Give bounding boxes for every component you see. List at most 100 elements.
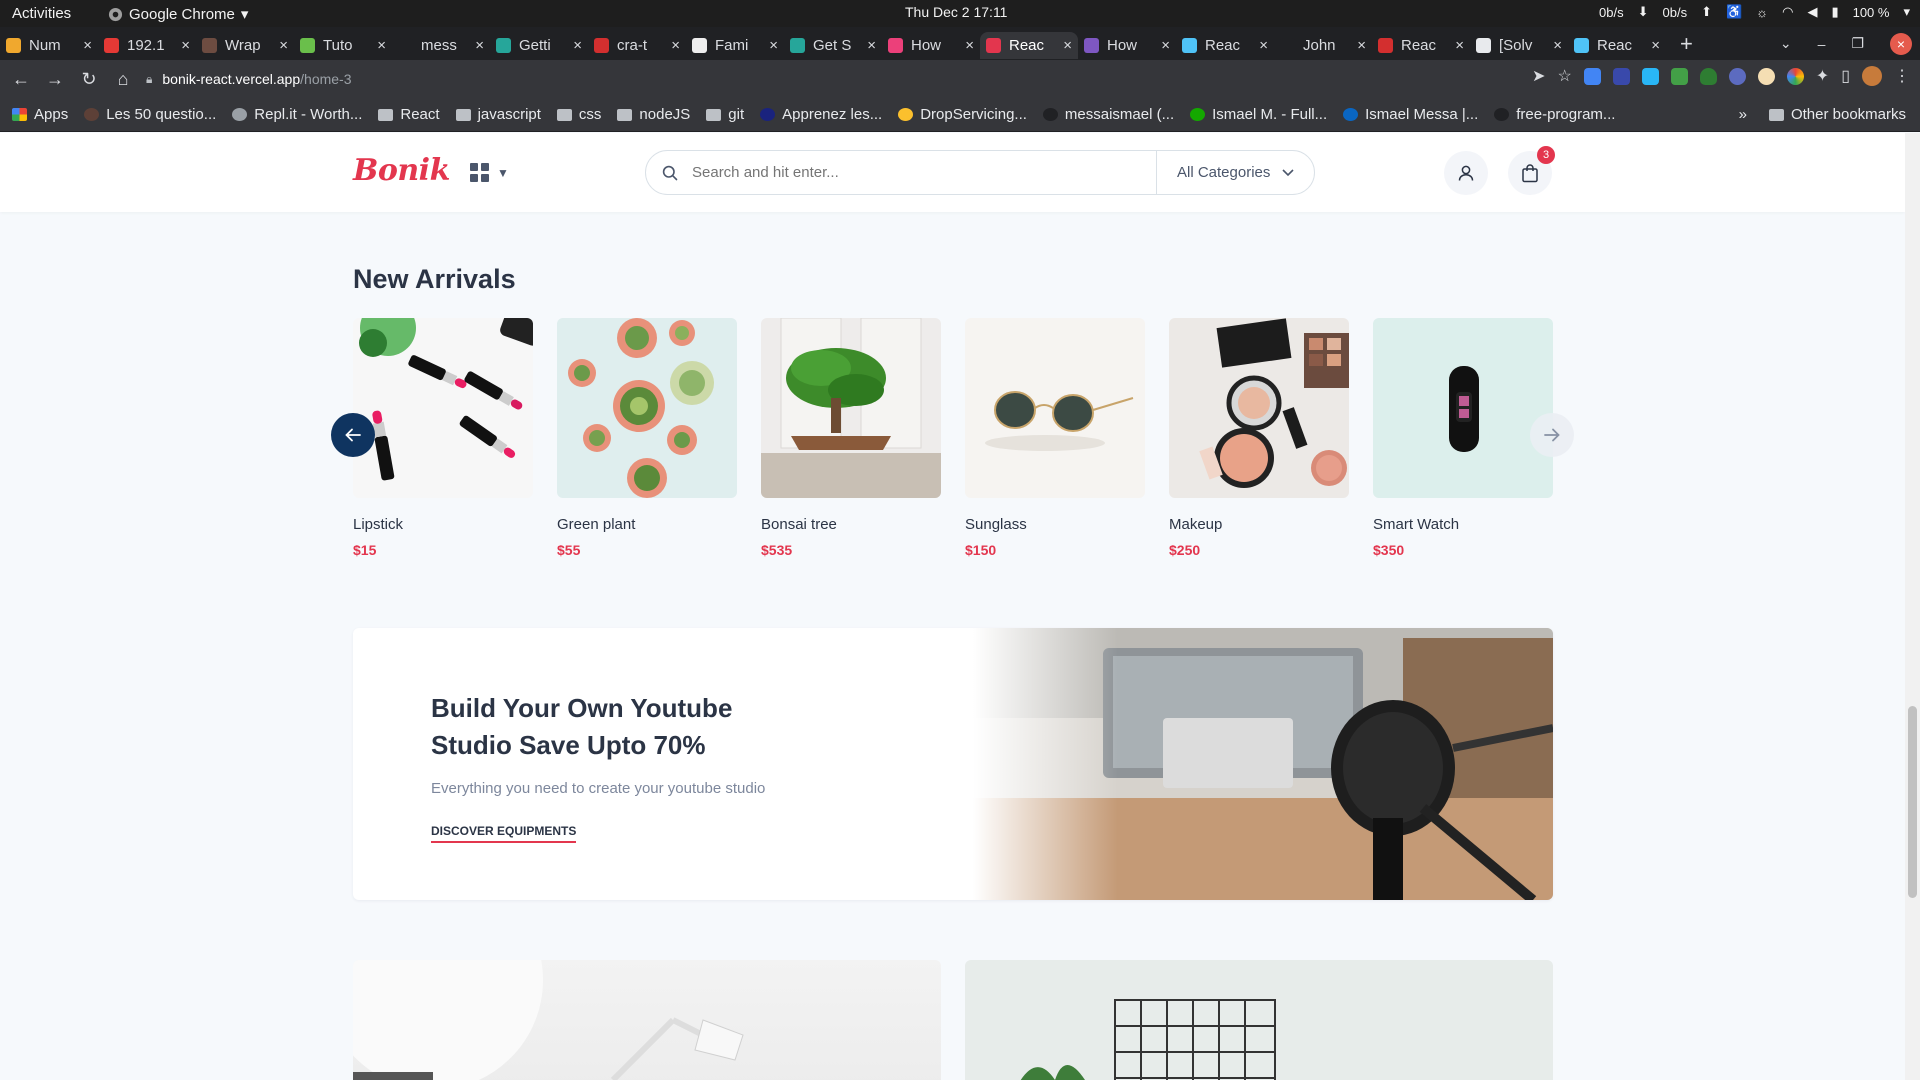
promo-tile-lamp[interactable] (353, 960, 941, 1080)
bookmark-item[interactable]: DropServicing... (898, 106, 1027, 123)
account-button[interactable] (1444, 151, 1488, 195)
browser-tab[interactable]: Reac × (1372, 32, 1470, 59)
app-name: Google Chrome (129, 5, 235, 23)
product-card[interactable]: Makeup $250 (1169, 318, 1349, 558)
address-bar[interactable]: 🔒︎ bonik-react.vercel.app/home-3 (146, 64, 1446, 94)
product-card[interactable]: Bonsai tree $535 (761, 318, 941, 558)
product-card[interactable]: Lipstick $15 (353, 318, 533, 558)
extension-icon[interactable] (1641, 67, 1659, 85)
tab-close-icon[interactable]: × (1455, 37, 1464, 54)
category-select[interactable]: All Categories (1156, 151, 1314, 194)
tab-search-icon[interactable]: ⌄ (1780, 35, 1792, 52)
tab-close-icon[interactable]: × (1357, 37, 1366, 54)
tab-close-icon[interactable]: × (769, 37, 778, 54)
forward-button[interactable]: → (38, 69, 72, 90)
browser-tab[interactable]: How × (1078, 32, 1176, 59)
bookmark-item[interactable]: messaismael (... (1042, 106, 1174, 123)
system-tray[interactable]: 0b/s ⬇ 0b/s ⬆ ♿ ☼ ◠ ◀ ▮ 100 % ▾ (1599, 4, 1910, 20)
extension-icon[interactable] (1670, 67, 1688, 85)
bookmark-item[interactable]: Ismael Messa |... (1343, 106, 1478, 123)
browser-tab[interactable]: mess × (392, 32, 490, 59)
cart-button[interactable]: 3 (1508, 146, 1555, 195)
tab-close-icon[interactable]: × (573, 37, 582, 54)
bookmark-folder[interactable]: css (556, 106, 601, 123)
tab-close-icon[interactable]: × (671, 37, 680, 54)
browser-tab[interactable]: Wrap × (196, 32, 294, 59)
site-logo[interactable]: Bonik (353, 153, 450, 188)
bookmark-item[interactable]: Les 50 questio... (84, 106, 216, 123)
extension-icon[interactable] (1728, 67, 1746, 85)
extension-icon[interactable] (1612, 67, 1630, 85)
carousel-next-button[interactable] (1530, 413, 1574, 457)
clock[interactable]: Thu Dec 2 17:11 (905, 4, 1007, 20)
menu-kebab-icon[interactable]: ⋮ (1894, 66, 1910, 86)
side-panel-icon[interactable]: ▯ (1841, 66, 1850, 86)
browser-tab[interactable]: John × (1274, 32, 1372, 59)
page-scrollbar[interactable] (1905, 133, 1920, 1080)
tab-close-icon[interactable]: × (181, 37, 190, 54)
browser-tab[interactable]: cra-t × (588, 32, 686, 59)
tab-close-icon[interactable]: × (1259, 37, 1268, 54)
profile-avatar[interactable] (1862, 66, 1882, 86)
home-button[interactable]: ⌂ (106, 69, 140, 90)
tab-close-icon[interactable]: × (83, 37, 92, 54)
bookmark-star-icon[interactable]: ☆ (1557, 66, 1571, 86)
browser-tab[interactable]: [Solv × (1470, 32, 1568, 59)
bookmarks-overflow-button[interactable]: » (1739, 106, 1747, 123)
tab-close-icon[interactable]: × (279, 37, 288, 54)
apps-shortcut[interactable]: Apps (12, 106, 68, 123)
app-menu[interactable]: Google Chrome ▾ (108, 5, 248, 23)
discover-equipments-link[interactable]: DISCOVER EQUIPMENTS (431, 824, 577, 843)
close-window-button[interactable]: × (1890, 32, 1912, 55)
bookmark-item[interactable]: Repl.it - Worth... (232, 106, 362, 123)
promo-tile-grid[interactable] (965, 960, 1553, 1080)
browser-tab[interactable]: Reac × (1568, 32, 1666, 59)
browser-tab[interactable]: Getti × (490, 32, 588, 59)
browser-tab[interactable]: How × (882, 32, 980, 59)
tab-close-icon[interactable]: × (1161, 37, 1170, 54)
section-title: New Arrivals (353, 264, 516, 294)
back-button[interactable]: ← (4, 69, 38, 90)
carousel-prev-button[interactable] (331, 413, 375, 457)
browser-tab[interactable]: Reac × (1176, 32, 1274, 59)
new-tab-button[interactable]: + (1680, 31, 1693, 57)
tab-close-icon[interactable]: × (1553, 37, 1562, 54)
scrollbar-thumb[interactable] (1908, 706, 1917, 898)
bookmark-folder[interactable]: nodeJS (617, 106, 690, 123)
browser-tab[interactable]: Tuto × (294, 32, 392, 59)
product-card[interactable]: Sunglass $150 (965, 318, 1145, 558)
product-card[interactable]: Smart Watch $350 (1373, 318, 1553, 558)
lock-icon[interactable]: 🔒︎ (146, 72, 152, 87)
browser-tab[interactable]: Fami × (686, 32, 784, 59)
bookmark-item[interactable]: free-program... (1494, 106, 1615, 123)
puzzle-icon[interactable]: ✦ (1816, 66, 1829, 86)
tab-close-icon[interactable]: × (377, 37, 386, 54)
product-card[interactable]: Green plant $55 (557, 318, 737, 558)
activities-button[interactable]: Activities (12, 5, 71, 22)
tab-close-icon[interactable]: × (475, 37, 484, 54)
restore-button[interactable]: ❐ (1851, 35, 1864, 52)
bookmark-item[interactable]: Ismael M. - Full... (1190, 106, 1327, 123)
browser-tab[interactable]: Get S × (784, 32, 882, 59)
other-bookmarks-folder[interactable]: Other bookmarks (1768, 106, 1906, 123)
send-icon[interactable]: ➤ (1532, 66, 1545, 86)
tab-close-icon[interactable]: × (1651, 37, 1660, 54)
tab-close-icon[interactable]: × (867, 37, 876, 54)
shield-extension-icon[interactable] (1699, 67, 1717, 85)
search-input[interactable] (692, 164, 1132, 181)
tab-close-icon[interactable]: × (965, 37, 974, 54)
bookmark-item[interactable]: Apprenez les... (760, 106, 882, 123)
tab-close-icon[interactable]: × (1063, 37, 1072, 54)
browser-tab-active[interactable]: Reac × (980, 32, 1078, 59)
extension-icon[interactable] (1786, 67, 1804, 85)
category-menu-toggle[interactable]: ▼ (470, 163, 509, 182)
extension-icon[interactable] (1757, 67, 1775, 85)
bookmark-folder[interactable]: git (706, 106, 744, 123)
browser-tab[interactable]: Num × (0, 32, 98, 59)
translate-extension-icon[interactable] (1583, 67, 1601, 85)
reload-button[interactable]: ↻ (72, 69, 106, 90)
bookmark-folder[interactable]: javascript (455, 106, 541, 123)
bookmark-folder[interactable]: React (378, 106, 440, 123)
browser-tab[interactable]: 192.1 × (98, 32, 196, 59)
minimize-button[interactable]: – (1818, 36, 1826, 52)
